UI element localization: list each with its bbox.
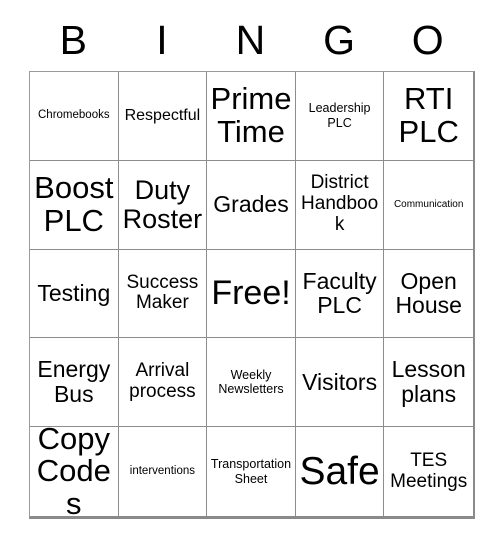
bingo-cell-label: Communication [393, 198, 464, 210]
bingo-cell-label: Open House [395, 267, 462, 319]
bingo-cell-label: Duty Roster [122, 175, 203, 234]
bingo-cell[interactable]: Communication [384, 160, 473, 250]
bingo-cell-label: TES Meetings [390, 449, 468, 492]
bingo-cell-label: Free! [211, 273, 291, 312]
bingo-cell-free[interactable]: Free! [207, 249, 296, 339]
bingo-cell[interactable]: Respectful [118, 72, 208, 161]
bingo-cell[interactable]: Open House [384, 249, 473, 339]
bingo-cell[interactable]: Testing [30, 249, 119, 339]
bingo-cell[interactable]: District Handbook [295, 160, 385, 250]
bingo-cell[interactable]: Visitors [295, 338, 385, 428]
bingo-cell[interactable]: Arrival process [118, 338, 208, 428]
bingo-cell[interactable]: interventions [118, 427, 208, 516]
bingo-cell[interactable]: Grades [207, 160, 296, 250]
bingo-cell[interactable]: RTI PLC [384, 72, 473, 161]
bingo-header: B I N G O [29, 14, 472, 66]
bingo-cell-label: Prime Time [210, 81, 292, 149]
bingo-cell-label: Transportation Sheet [210, 456, 292, 486]
bingo-cell-label: interventions [129, 464, 195, 477]
bingo-header-letter-b: B [59, 16, 87, 63]
bingo-cell[interactable]: Lesson plans [384, 338, 473, 428]
bingo-cell[interactable]: Chromebooks [30, 72, 119, 161]
bingo-cell-label: Arrival process [129, 360, 196, 403]
bingo-cell[interactable]: Copy Codes [30, 427, 119, 516]
bingo-cell[interactable]: Boost PLC [30, 160, 119, 250]
bingo-cell-label: Testing [37, 280, 111, 307]
bingo-cell-label: Copy Codes [36, 427, 111, 516]
bingo-cell[interactable]: Prime Time [207, 72, 296, 161]
bingo-cell-label: Leadership PLC [308, 101, 371, 130]
bingo-cell[interactable]: Duty Roster [118, 160, 208, 250]
bingo-cell-label: Success Maker [126, 271, 199, 314]
bingo-cell-label: Weekly Newsletters [218, 367, 284, 397]
bingo-grid: Chromebooks Respectful Prime Time Leader… [29, 71, 475, 519]
bingo-header-letter-o: O [411, 16, 444, 63]
bingo-cell-label: Safe [299, 449, 380, 493]
bingo-cell-label: Visitors [302, 368, 378, 395]
bingo-header-letter-n: N [235, 16, 266, 63]
bingo-cell[interactable]: Faculty PLC [295, 249, 385, 339]
bingo-cell-label: Energy Bus [37, 356, 111, 408]
bingo-cell-label: District Handbook [301, 172, 379, 236]
bingo-cell-label: Faculty PLC [302, 267, 377, 319]
bingo-cell[interactable]: Transportation Sheet [207, 427, 296, 516]
bingo-cell[interactable]: Weekly Newsletters [207, 338, 296, 428]
bingo-header-letter-g: G [323, 16, 356, 63]
bingo-cell-label: Grades [213, 191, 289, 218]
bingo-cell[interactable]: Leadership PLC [295, 72, 385, 161]
bingo-cell-label: Chromebooks [38, 109, 110, 122]
bingo-cell[interactable]: Safe [295, 427, 385, 516]
bingo-cell[interactable]: TES Meetings [384, 427, 473, 516]
bingo-cell-label: Boost PLC [34, 170, 114, 238]
bingo-cell-label: Lesson plans [391, 356, 466, 408]
bingo-cell-label: RTI PLC [398, 81, 459, 149]
bingo-card: B I N G O Chromebooks Respectful Prime T… [0, 0, 500, 544]
bingo-cell-label: Respectful [124, 106, 201, 124]
bingo-header-letter-i: I [156, 16, 168, 63]
bingo-cell[interactable]: Energy Bus [30, 338, 119, 428]
bingo-cell[interactable]: Success Maker [118, 249, 208, 339]
